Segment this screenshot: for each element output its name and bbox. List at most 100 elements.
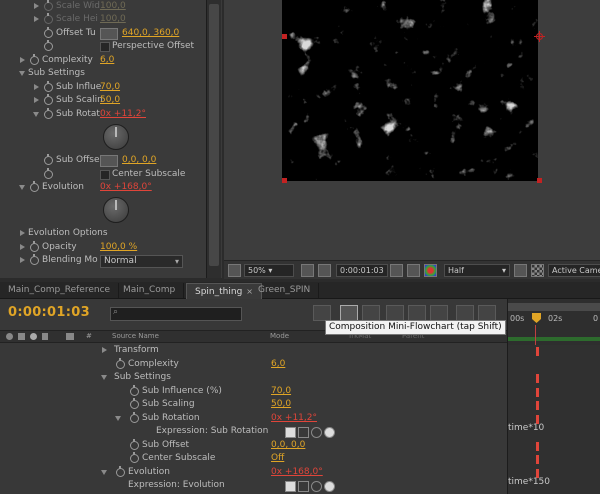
grid-toggle-icon[interactable]: [301, 264, 314, 277]
timeline-row-transform[interactable]: Transform: [0, 344, 507, 357]
stopwatch-icon[interactable]: [30, 254, 39, 265]
stopwatch-icon[interactable]: [44, 27, 53, 38]
expression-pickwhip-icon[interactable]: [311, 427, 322, 438]
expression-pickwhip-icon[interactable]: [311, 481, 322, 492]
timeline-current-time[interactable]: 0:00:01:03: [8, 305, 90, 320]
stopwatch-icon[interactable]: [30, 54, 39, 65]
collapse-arrow-icon[interactable]: [33, 112, 39, 117]
collapse-arrow-icon[interactable]: [101, 375, 107, 380]
stopwatch-icon[interactable]: [44, 154, 53, 165]
fx-scrollbar[interactable]: [206, 0, 221, 278]
crosshair-picker-icon[interactable]: [100, 155, 118, 167]
expression-graph-icon[interactable]: [298, 481, 309, 492]
opacity-value[interactable]: 100,0 %: [100, 241, 137, 254]
expression-sub-rotation-code[interactable]: time*10: [508, 423, 544, 433]
complexity-value[interactable]: 6,0: [271, 358, 285, 371]
sub-offset-value[interactable]: 0,0, 0,0: [271, 439, 305, 452]
expand-arrow-icon[interactable]: [34, 3, 39, 9]
camera-snapshot-icon[interactable]: [390, 264, 403, 277]
expression-enable-icon[interactable]: [285, 481, 296, 492]
complexity-value[interactable]: 6,0: [100, 54, 114, 67]
fx-row-evolution-options[interactable]: Evolution Options: [0, 227, 206, 240]
fx-scrollbar-thumb[interactable]: [209, 4, 219, 266]
stopwatch-icon[interactable]: [44, 13, 53, 24]
always-preview-icon[interactable]: [228, 264, 241, 277]
collapse-arrow-icon[interactable]: [19, 71, 25, 76]
sub-influence-value[interactable]: 70,0: [100, 81, 120, 94]
expand-arrow-icon[interactable]: [20, 257, 25, 263]
stopwatch-icon[interactable]: [44, 0, 53, 11]
timeline-row-sub-settings[interactable]: Sub Settings: [0, 371, 507, 384]
sub-rotation-dial[interactable]: [103, 124, 129, 150]
shy-layers-icon[interactable]: [386, 305, 404, 321]
mini-flowchart-icon[interactable]: [340, 305, 358, 321]
expand-arrow-icon[interactable]: [20, 244, 25, 250]
column-source-name[interactable]: Source Name: [112, 331, 159, 342]
video-eye-icon[interactable]: [6, 333, 13, 340]
evolution-value[interactable]: 0x +168,0°: [100, 181, 152, 194]
sub-scaling-value[interactable]: 50,0: [271, 398, 291, 411]
tab-green-spin[interactable]: Green_SPIN: [250, 283, 320, 298]
stopwatch-icon[interactable]: [130, 385, 139, 396]
crosshair-picker-icon[interactable]: [100, 28, 118, 40]
evolution-value[interactable]: 0x +168,0°: [271, 466, 323, 479]
transparency-grid-icon[interactable]: [531, 264, 544, 277]
stopwatch-icon[interactable]: [44, 94, 53, 105]
scale-height-value[interactable]: 100,0: [100, 13, 126, 26]
scale-width-value[interactable]: 100,0: [100, 0, 126, 13]
graph-editor-icon[interactable]: [456, 305, 474, 321]
stopwatch-icon[interactable]: [116, 466, 125, 477]
magnification-dropdown[interactable]: 50% ▾: [244, 264, 294, 277]
expand-arrow-icon[interactable]: [102, 347, 107, 353]
sub-scaling-value[interactable]: 50,0: [100, 94, 120, 107]
expand-arrow-icon[interactable]: [34, 16, 39, 22]
expand-arrow-icon[interactable]: [20, 230, 25, 236]
expand-arrow-icon[interactable]: [34, 97, 39, 103]
show-snapshot-icon[interactable]: [407, 264, 420, 277]
frame-blending-icon[interactable]: [408, 305, 426, 321]
timeline-menu-icon[interactable]: [478, 305, 496, 321]
fx-row-sub-settings[interactable]: Sub Settings: [0, 67, 206, 80]
layer-handle[interactable]: [282, 34, 287, 39]
center-subscale-value[interactable]: Off: [271, 452, 284, 465]
center-subscale-checkbox[interactable]: [100, 170, 110, 180]
evolution-dial[interactable]: [103, 197, 129, 223]
perspective-offset-checkbox[interactable]: [100, 42, 110, 52]
stopwatch-icon[interactable]: [130, 452, 139, 463]
sub-influence-value[interactable]: 70,0: [271, 385, 291, 398]
expression-evolution-code[interactable]: time*150: [508, 477, 550, 487]
anchor-point-icon[interactable]: [534, 31, 545, 42]
sub-rotation-value[interactable]: 0x +11,2°: [271, 412, 317, 425]
sub-offset-value[interactable]: 0,0, 0,0: [122, 154, 156, 167]
viewer-timecode[interactable]: 0:00:01:03: [336, 264, 388, 277]
expression-graph-icon[interactable]: [298, 427, 309, 438]
time-ruler[interactable]: 00s 02s 0: [507, 299, 600, 345]
stopwatch-icon[interactable]: [30, 241, 39, 252]
stopwatch-icon[interactable]: [116, 358, 125, 369]
expression-language-menu-icon[interactable]: [324, 427, 335, 438]
blending-mode-dropdown[interactable]: Normal: [100, 255, 183, 268]
motion-blur-icon[interactable]: [430, 305, 448, 321]
stopwatch-icon[interactable]: [130, 412, 139, 423]
audio-icon[interactable]: [18, 333, 25, 340]
stopwatch-icon[interactable]: [44, 81, 53, 92]
solo-icon[interactable]: [30, 333, 37, 340]
stopwatch-icon[interactable]: [44, 168, 53, 179]
layer-handle[interactable]: [282, 178, 287, 183]
playhead-icon[interactable]: [532, 313, 541, 323]
expression-enable-icon[interactable]: [285, 427, 296, 438]
keyframe-track-area[interactable]: time*10 time*150: [507, 345, 600, 494]
collapse-arrow-icon[interactable]: [101, 470, 107, 475]
work-area-bar[interactable]: [508, 303, 600, 311]
label-tag-icon[interactable]: [66, 333, 74, 340]
collapse-arrow-icon[interactable]: [19, 185, 25, 190]
expression-language-menu-icon[interactable]: [324, 481, 335, 492]
stopwatch-icon[interactable]: [44, 108, 53, 119]
sub-rotation-value[interactable]: 0x +11,2°: [100, 108, 146, 121]
layer-handle[interactable]: [537, 178, 542, 183]
expand-arrow-icon[interactable]: [20, 57, 25, 63]
stopwatch-icon[interactable]: [130, 398, 139, 409]
composition-viewer[interactable]: [224, 0, 600, 260]
expand-arrow-icon[interactable]: [34, 84, 39, 90]
channel-rgb-icon[interactable]: [424, 264, 437, 277]
